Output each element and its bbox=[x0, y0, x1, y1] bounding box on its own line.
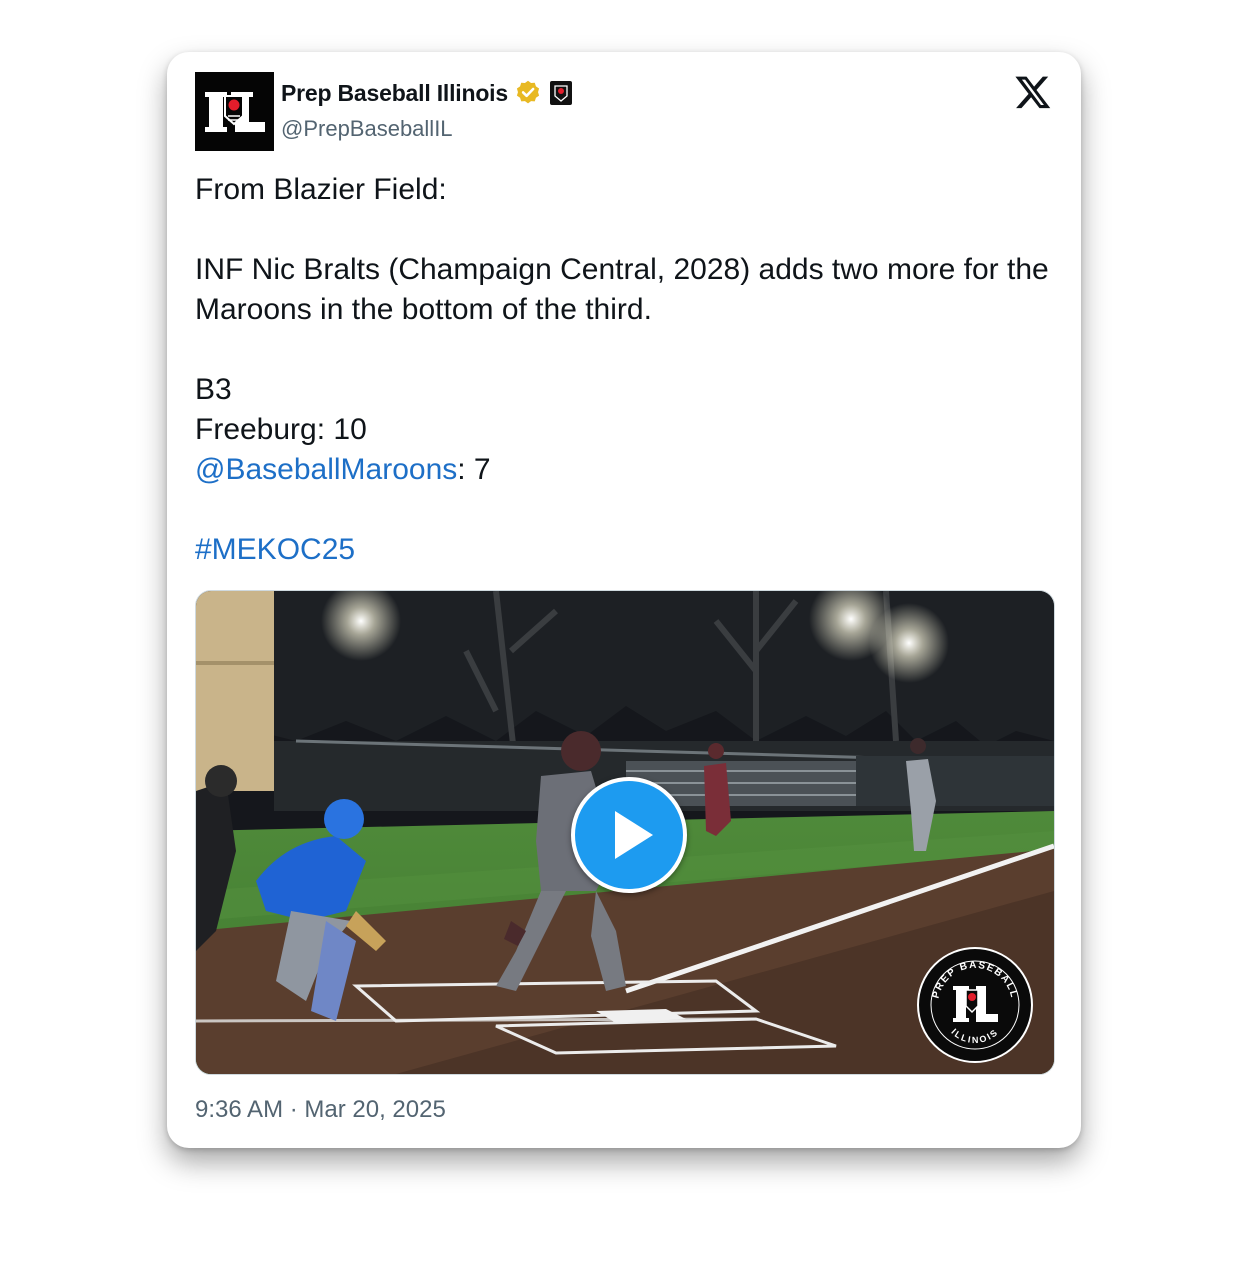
hashtag-link[interactable]: #MEKOC25 bbox=[195, 533, 355, 566]
score-maroons-value: : 7 bbox=[457, 453, 491, 486]
author-display-name[interactable]: Prep Baseball Illinois bbox=[281, 80, 508, 107]
affiliate-badge-icon bbox=[549, 81, 572, 105]
tweet-line-score-freeburg: Freeburg: 10 bbox=[195, 413, 367, 446]
prep-baseball-illinois-watermark: PREP BASEBALL ILLINOIS bbox=[917, 947, 1033, 1063]
tweet-line-intro: From Blazier Field: bbox=[195, 173, 447, 206]
x-logo-icon[interactable] bbox=[1014, 73, 1052, 111]
author-name-row: Prep Baseball Illinois bbox=[281, 79, 572, 107]
gold-verified-badge-icon bbox=[516, 80, 540, 104]
play-icon bbox=[615, 811, 653, 859]
video-player[interactable]: PREP BASEBALL ILLINOIS bbox=[195, 590, 1055, 1075]
author-handle[interactable]: @PrepBaseballIL bbox=[281, 116, 453, 142]
play-button[interactable] bbox=[571, 777, 687, 893]
tweet-line-body: INF Nic Bralts (Champaign Central, 2028)… bbox=[195, 253, 1049, 326]
pbi-logo-icon bbox=[195, 72, 274, 151]
tweet-line-score-maroons: @BaseballMaroons: 7 bbox=[195, 450, 1055, 490]
tweet-timestamp[interactable]: 9:36 AM · Mar 20, 2025 bbox=[195, 1096, 446, 1124]
profile-avatar[interactable] bbox=[195, 72, 274, 151]
mention-link[interactable]: @BaseballMaroons bbox=[195, 453, 457, 486]
tweet-card: Prep Baseball Illinois @PrepBaseballIL F… bbox=[167, 52, 1081, 1148]
tweet-body: From Blazier Field: INF Nic Bralts (Cham… bbox=[195, 170, 1055, 570]
tweet-line-inning: B3 bbox=[195, 373, 232, 406]
tweet-line-hashtag: #MEKOC25 bbox=[195, 530, 1055, 570]
